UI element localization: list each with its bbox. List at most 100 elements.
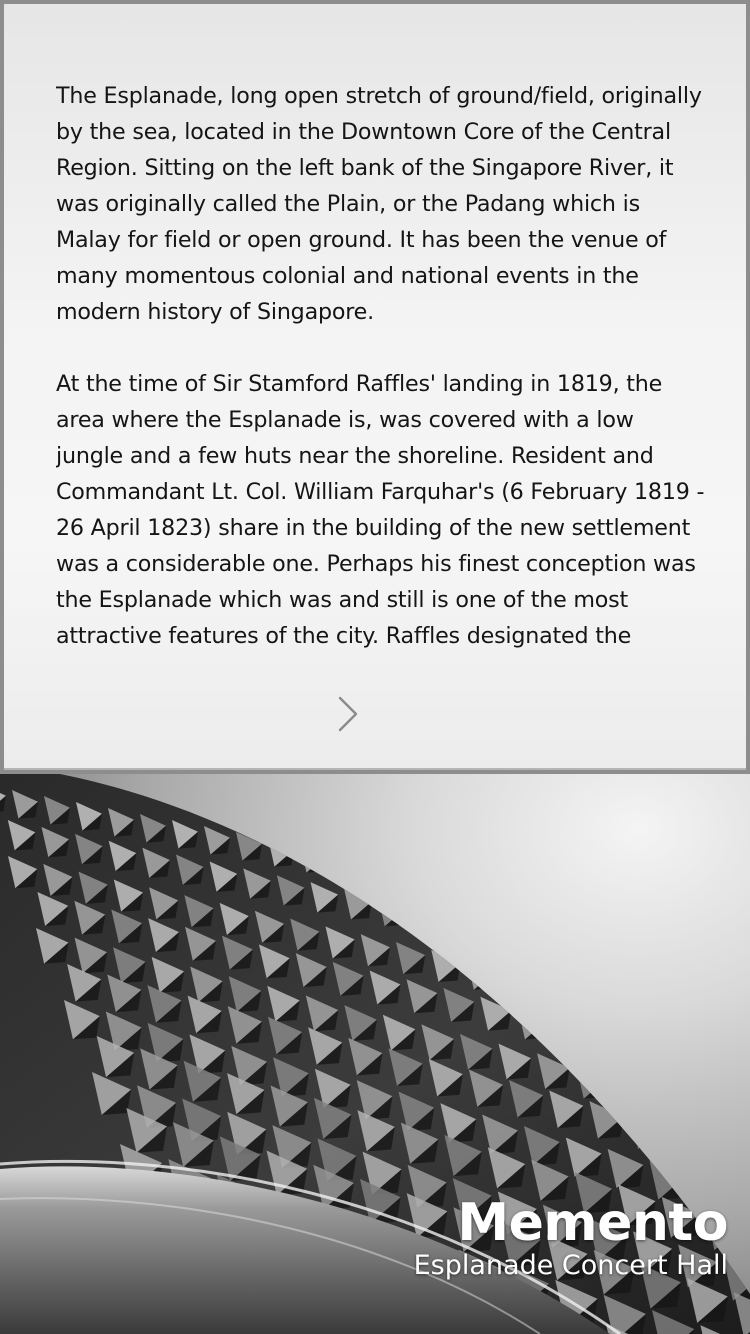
sunshade-shadow [562, 903, 582, 921]
sunshade-shadow [718, 1148, 745, 1171]
sunshade-shadow [530, 897, 550, 915]
sunshade-shadow [452, 922, 473, 941]
sunshade-fin [680, 958, 709, 989]
photo-subtitle: Esplanade Concert Hall [413, 1250, 728, 1281]
sunshade-fin [613, 944, 641, 975]
sunshade-shadow [552, 942, 574, 961]
sunshade-fin [478, 916, 507, 948]
sunshade-shadow [519, 936, 540, 955]
sunshade-shadow [721, 977, 742, 996]
sunshade-shadow [638, 1127, 664, 1150]
sunshade-fin [664, 1040, 696, 1075]
photo-caption: Memento Esplanade Concert Hall [413, 1193, 729, 1282]
sunshade-fin [492, 880, 518, 909]
sunshade-shadow [678, 1137, 704, 1160]
sunshade-shadow [690, 927, 710, 945]
sunshade-shadow [561, 1028, 586, 1049]
sunshade-fin [710, 1132, 745, 1171]
sunshade-fin [364, 856, 390, 885]
sunshade-fin [546, 930, 574, 961]
sunshade-shadow [620, 956, 641, 975]
sunshade-fin [684, 916, 710, 945]
sunshade-shadow [485, 929, 507, 948]
sunshade-fin [332, 850, 358, 879]
sunshade-fin [714, 965, 742, 996]
sunshade-fin [512, 923, 540, 955]
sunshade-shadow [722, 933, 742, 951]
sunshade-shadow [746, 1071, 750, 1092]
sunshade-shadow [402, 873, 422, 891]
article-paragraph-1: The Esplanade, long open stretch of grou… [56, 83, 702, 325]
sunshade-fin [620, 904, 646, 933]
sunshade-fin [669, 1122, 704, 1160]
sunshade-shadow [720, 1025, 743, 1045]
sunshade-fin [738, 1057, 750, 1092]
esplanade-photo: Memento Esplanade Concert Hall [0, 774, 750, 1334]
sunshade-fin [396, 862, 422, 891]
sunshade-shadow [658, 921, 678, 939]
article-paragraph-2: At the time of Sir Stamford Raffles' lan… [56, 371, 705, 649]
sunshade-shadow [509, 978, 532, 998]
panel-divider [4, 768, 746, 770]
sunshade-fin [537, 973, 567, 1006]
sunshade-fin [588, 898, 614, 927]
sunshade-shadow [418, 915, 440, 934]
sunshade-shadow [583, 1077, 609, 1099]
sunshade-fin [729, 1101, 750, 1138]
sunshade-shadow [626, 915, 646, 933]
sunshade-shadow [660, 1096, 686, 1118]
sunshade-fin [678, 1004, 708, 1037]
sunshade-shadow [614, 1002, 637, 1022]
sunshade-shadow [594, 909, 614, 927]
sunshade-shadow [709, 1063, 733, 1084]
sunshade-shadow [370, 867, 390, 885]
sunshade-fin [460, 874, 486, 903]
sunshade-shadow [635, 1045, 659, 1066]
sunshade-fin [411, 902, 440, 934]
sunshade-shadow [598, 1036, 622, 1057]
article-text-scroll[interactable]: The Esplanade, long open stretch of grou… [56, 78, 706, 692]
sunshade-fin [501, 965, 532, 998]
sunshade-shadow [737, 1116, 750, 1138]
sunshade-fin [713, 1012, 743, 1045]
sunshade-fin [554, 1014, 586, 1049]
sunshade-shadow [685, 1017, 708, 1037]
sunshade-fin [733, 1183, 750, 1223]
article-panel[interactable]: The Esplanade, long open stretch of grou… [0, 0, 750, 774]
sunshade-fin [607, 988, 637, 1022]
sunshade-shadow [650, 1009, 673, 1029]
sunshade-fin [716, 922, 742, 951]
sunshade-fin [691, 1091, 724, 1128]
sunshade-shadow [338, 861, 358, 879]
sunshade-fin [591, 1022, 622, 1057]
sunshade-shadow [672, 1054, 696, 1075]
sunshade-shadow [498, 891, 518, 909]
sunshade-fin [556, 892, 582, 921]
sunshade-shadow [699, 1106, 724, 1128]
app-root: The Esplanade, long open stretch of grou… [0, 0, 750, 1334]
sunshade-shadow [384, 908, 406, 927]
chevron-right-icon [338, 696, 358, 732]
sunshade-fin [652, 910, 678, 939]
sunshade-fin [614, 1072, 647, 1109]
sunshade-shadow [586, 949, 608, 968]
sunshade-fin [646, 951, 675, 982]
sunshade-fin [652, 1082, 686, 1118]
next-page-button[interactable] [334, 694, 362, 734]
photo-title: Memento [457, 1193, 728, 1253]
sunshade-shadow [653, 963, 675, 982]
sunshade-shadow [687, 970, 709, 989]
sunshade-shadow [525, 1019, 549, 1040]
sunshade-shadow [622, 1087, 647, 1109]
sunshade-fin [572, 981, 602, 1014]
sunshade-shadow [466, 885, 486, 903]
sunshade-fin [445, 909, 473, 941]
sunshade-fin [628, 1031, 659, 1066]
sunshade-fin [701, 1049, 733, 1084]
sunshade-fin [579, 937, 608, 968]
sunshade-fin [428, 868, 454, 897]
sunshade-fin [524, 886, 550, 915]
sunshade-shadow [579, 994, 602, 1014]
sunshade-shadow [434, 879, 454, 897]
sunshade-fin [642, 996, 673, 1029]
